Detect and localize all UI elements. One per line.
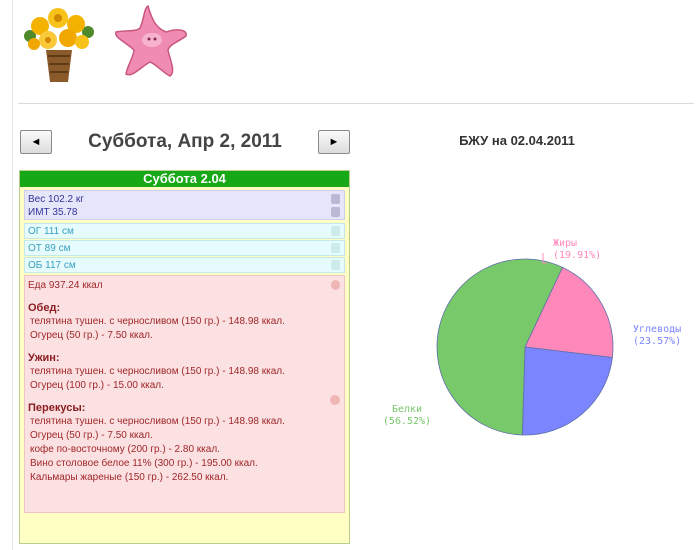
pie-label-name: Белки xyxy=(392,404,422,415)
flower-basket-image xyxy=(24,8,94,82)
header-divider xyxy=(18,103,694,104)
pie-label-percent: (56.52%) xyxy=(383,416,431,427)
hip-measurement: ОБ 117 см xyxy=(28,260,76,271)
weight-value: Вес 102.2 кг xyxy=(28,194,84,205)
edit-measurement-icon[interactable] xyxy=(331,243,340,253)
pie-label-name: Углеводы xyxy=(633,324,681,335)
meal-title-snacks: Перекусы: xyxy=(28,402,86,414)
day-panel: Суббота 2.04 Вес 102.2 кг ИМТ 35.78 ОГ 1… xyxy=(19,170,350,544)
waist-measurement: ОТ 89 см xyxy=(28,243,71,254)
edit-measurement-icon[interactable] xyxy=(331,260,340,270)
meal-item: телятина тушен. с черносливом (150 гр.) … xyxy=(30,316,285,327)
day-header: Суббота 2.04 xyxy=(20,171,349,187)
next-day-button[interactable]: ► xyxy=(318,130,350,154)
meal-item: Огурец (50 гр.) - 7.50 ккал. xyxy=(30,430,153,441)
edit-bmi-icon[interactable] xyxy=(331,207,340,217)
pie-label-percent: (19.91%) xyxy=(553,250,601,261)
meal-item: телятина тушен. с черносливом (150 гр.) … xyxy=(30,366,285,377)
meal-item: Кальмары жареные (150 гр.) - 262.50 ккал… xyxy=(30,472,229,483)
weight-entry[interactable]: Вес 102.2 кг ИМТ 35.78 xyxy=(24,190,345,220)
left-rail xyxy=(12,0,13,550)
pie-label-percent: (23.57%) xyxy=(633,336,681,347)
meal-item: Огурец (100 гр.) - 15.00 ккал. xyxy=(30,380,164,391)
measurement-row[interactable]: ОТ 89 см xyxy=(24,240,345,256)
previous-day-button[interactable]: ◄ xyxy=(20,130,52,154)
chest-measurement: ОГ 111 см xyxy=(28,226,74,237)
edit-food-icon[interactable] xyxy=(331,280,340,290)
meal-item: Вино столовое белое 11% (300 гр.) - 195.… xyxy=(30,458,258,469)
meal-title-dinner: Ужин: xyxy=(28,352,60,364)
food-total: Еда 937.24 ккал xyxy=(28,280,103,291)
measurement-row[interactable]: ОБ 117 см xyxy=(24,257,345,273)
date-title: Суббота, Апр 2, 2011 xyxy=(88,131,282,152)
edit-measurement-icon[interactable] xyxy=(331,226,340,236)
food-log[interactable]: Еда 937.24 ккал Обед: телятина тушен. с … xyxy=(24,275,345,513)
pie-label-name: Жиры xyxy=(553,238,577,249)
meal-item: Огурец (50 гр.) - 7.50 ккал. xyxy=(30,330,153,341)
meal-item: телятина тушен. с черносливом (150 гр.) … xyxy=(30,416,285,427)
pie-slice-1 xyxy=(521,346,613,436)
starfish-image xyxy=(115,4,187,77)
meal-title-lunch: Обед: xyxy=(28,302,61,314)
meal-item: кофе по-восточному (200 гр.) - 2.80 ккал… xyxy=(30,444,220,455)
bmi-value: ИМТ 35.78 xyxy=(28,207,78,218)
edit-weight-icon[interactable] xyxy=(331,194,340,204)
measurement-row[interactable]: ОГ 111 см xyxy=(24,223,345,239)
chart-title: БЖУ на 02.04.2011 xyxy=(459,133,575,148)
edit-food-icon[interactable] xyxy=(330,395,340,405)
macro-pie-chart: Жиры(19.91%) Углеводы(23.57%) Белки(56.52%… xyxy=(383,238,681,436)
